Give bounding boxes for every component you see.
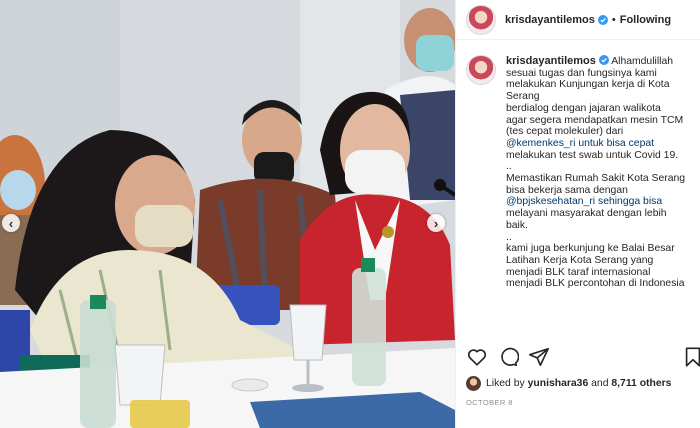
header-username[interactable]: krisdayantilemos	[505, 14, 595, 26]
caption-line: baik.	[506, 219, 528, 231]
caption-line: melakukan test swab untuk Covid 19.	[506, 149, 679, 161]
heart-icon[interactable]	[466, 346, 488, 368]
comment-icon[interactable]	[497, 346, 519, 368]
caption-line: Memastikan Rumah Sakit Kota Serang	[506, 173, 686, 185]
caption-line: menjadi BLK taraf internasional	[506, 266, 651, 278]
caption-line: ..	[506, 231, 512, 243]
post-details-panel: krisdayantilemos • Following krisdayanti…	[455, 0, 700, 428]
verified-badge-icon	[597, 14, 608, 25]
liker-avatar[interactable]	[466, 376, 481, 391]
caption-line: Serang	[506, 91, 540, 103]
likes-joiner: and	[591, 378, 609, 389]
caption-line: menjadi BLK percontohan di Indonesia	[506, 278, 685, 290]
caption-line: berdialog dengan jajaran walikota	[506, 102, 661, 114]
caption-line-mention-bpjs[interactable]: @bpjskesehatan_ri sehingga bisa	[506, 196, 696, 208]
caption-line-mention-kemenkes[interactable]: @kemenkes_ri untuk bisa cepat	[506, 138, 696, 150]
caption-line: melayani masyarakat dengan lebih	[506, 208, 667, 220]
bookmark-icon[interactable]	[682, 346, 700, 368]
paper-plane-icon[interactable]	[528, 346, 550, 368]
likes-summary: Liked by yunishara36 and 8,711 others	[466, 376, 671, 391]
caption-line: ..	[506, 161, 512, 173]
chevron-right-icon: ›	[433, 215, 439, 231]
caption-line: Latihan Kerja Kota Serang yang	[506, 254, 654, 266]
post-date[interactable]: OCTOBER 8	[466, 398, 513, 407]
post-photo[interactable]: ‹ ›	[0, 0, 455, 428]
likes-count[interactable]: 8,711 others	[611, 378, 671, 389]
caption-line: krisdayantilemos Alhamdulillah	[506, 55, 696, 68]
action-bar	[466, 346, 700, 368]
caption-line: agar segera mendapatkan mesin TCM	[506, 114, 684, 126]
caption-avatar[interactable]	[466, 55, 496, 85]
previous-photo-button[interactable]: ‹	[2, 214, 20, 232]
caption-line: kami juga berkunjung ke Balai Besar	[506, 243, 675, 255]
meeting-photo-image	[0, 0, 455, 428]
chevron-left-icon: ‹	[8, 215, 14, 231]
caption-line: sesuai tugas dan fungsinya kami	[506, 67, 657, 79]
next-photo-button[interactable]: ›	[427, 214, 445, 232]
caption-line-text: Alhamdulillah	[611, 56, 674, 67]
caption-username[interactable]: krisdayantilemos	[506, 55, 596, 67]
profile-avatar[interactable]	[466, 4, 496, 35]
caption-line: melakukan Kunjungan kerja di Kota	[506, 79, 670, 91]
separator-dot: •	[611, 13, 616, 26]
caption-line: (tes cepat molekuler) dari	[506, 126, 624, 138]
liked-by-username[interactable]: yunishara36	[528, 378, 589, 389]
verified-badge-icon	[598, 55, 609, 65]
post-header: krisdayantilemos • Following	[456, 0, 700, 40]
caption-section: krisdayantilemos Alhamdulillah sesuai tu…	[466, 55, 698, 340]
caption-line: bisa bekerja sama dengan	[506, 184, 628, 196]
caption-text: krisdayantilemos Alhamdulillah sesuai tu…	[506, 55, 696, 340]
following-button[interactable]: Following	[620, 14, 671, 26]
likes-prefix: Liked by	[486, 378, 525, 389]
